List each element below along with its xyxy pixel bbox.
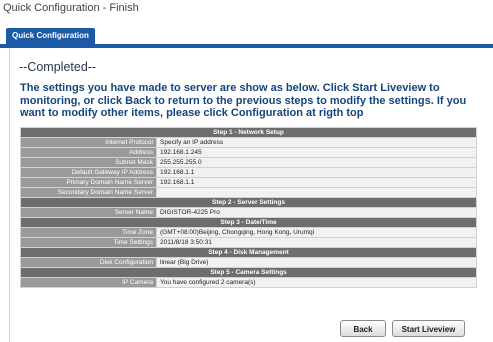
page-title: Quick Configuration - Finish bbox=[3, 2, 139, 14]
row-value: 2011/8/18 3:50:31 bbox=[157, 238, 476, 247]
row-label: Default Gateway IP Address bbox=[21, 168, 156, 177]
row-label: Primary Domain Name Server bbox=[21, 178, 156, 187]
table-row: Time Zone (GMT+08:00)Beijing, Chongqing,… bbox=[21, 228, 476, 237]
table-row: Time Settings 2011/8/18 3:50:31 bbox=[21, 238, 476, 247]
row-label: IP Camera bbox=[21, 278, 156, 287]
row-label: Internet Protocol bbox=[21, 138, 156, 147]
row-value: (GMT+08:00)Beijing, Chongqing, Hong Kong… bbox=[157, 228, 476, 237]
row-value: 192.168.1.245 bbox=[157, 148, 476, 157]
row-value: 192.168.1.1 bbox=[157, 178, 476, 187]
row-label: Server Name bbox=[21, 208, 156, 217]
row-label: Secondary Domain Name Server bbox=[21, 188, 156, 197]
settings-summary-table: Step 1 - Network Setup Internet Protocol… bbox=[20, 127, 477, 288]
table-row: Primary Domain Name Server 192.168.1.1 bbox=[21, 178, 476, 187]
row-label: Time Settings bbox=[21, 238, 156, 247]
row-label: Disk Configuration bbox=[21, 258, 156, 267]
table-row: Subnet Mask 255.255.255.0 bbox=[21, 158, 476, 167]
table-row: IP Camera You have configured 2 camera(s… bbox=[21, 278, 476, 287]
table-row: Default Gateway IP Address 192.168.1.1 bbox=[21, 168, 476, 177]
tab-quick-configuration[interactable]: Quick Configuration bbox=[6, 28, 95, 44]
table-row: Address 192.168.1.245 bbox=[21, 148, 476, 157]
tab-bar: Quick Configuration bbox=[0, 26, 493, 48]
back-button[interactable]: Back bbox=[340, 320, 386, 337]
start-liveview-button[interactable]: Start Liveview bbox=[392, 320, 465, 337]
row-value: 192.168.1.1 bbox=[157, 168, 476, 177]
section-header-datetime: Step 3 - Date/Time bbox=[21, 218, 476, 227]
section-header-network: Step 1 - Network Setup bbox=[21, 128, 476, 137]
row-label: Subnet Mask bbox=[21, 158, 156, 167]
row-value: Specify an IP address bbox=[157, 138, 476, 147]
instructions-text: The settings you have made to server are… bbox=[20, 82, 467, 119]
table-row: Internet Protocol Specify an IP address bbox=[21, 138, 476, 147]
table-row: Disk Configuration linear (Big Drive) bbox=[21, 258, 476, 267]
row-value: DIGISTOR-4225 Pro bbox=[157, 208, 476, 217]
row-value: 255.255.255.0 bbox=[157, 158, 476, 167]
table-row: Server Name DIGISTOR-4225 Pro bbox=[21, 208, 476, 217]
row-label: Address bbox=[21, 148, 156, 157]
section-header-camera: Step 5 - Camera Settings bbox=[21, 268, 476, 277]
row-value: linear (Big Drive) bbox=[157, 258, 476, 267]
row-value: You have configured 2 camera(s) bbox=[157, 278, 476, 287]
section-header-server: Step 2 - Server Settings bbox=[21, 198, 476, 207]
row-value bbox=[157, 188, 476, 197]
left-divider bbox=[9, 48, 10, 342]
completed-heading: --Completed-- bbox=[19, 60, 97, 74]
row-label: Time Zone bbox=[21, 228, 156, 237]
section-header-disk: Step 4 - Disk Management bbox=[21, 248, 476, 257]
table-row: Secondary Domain Name Server bbox=[21, 188, 476, 197]
